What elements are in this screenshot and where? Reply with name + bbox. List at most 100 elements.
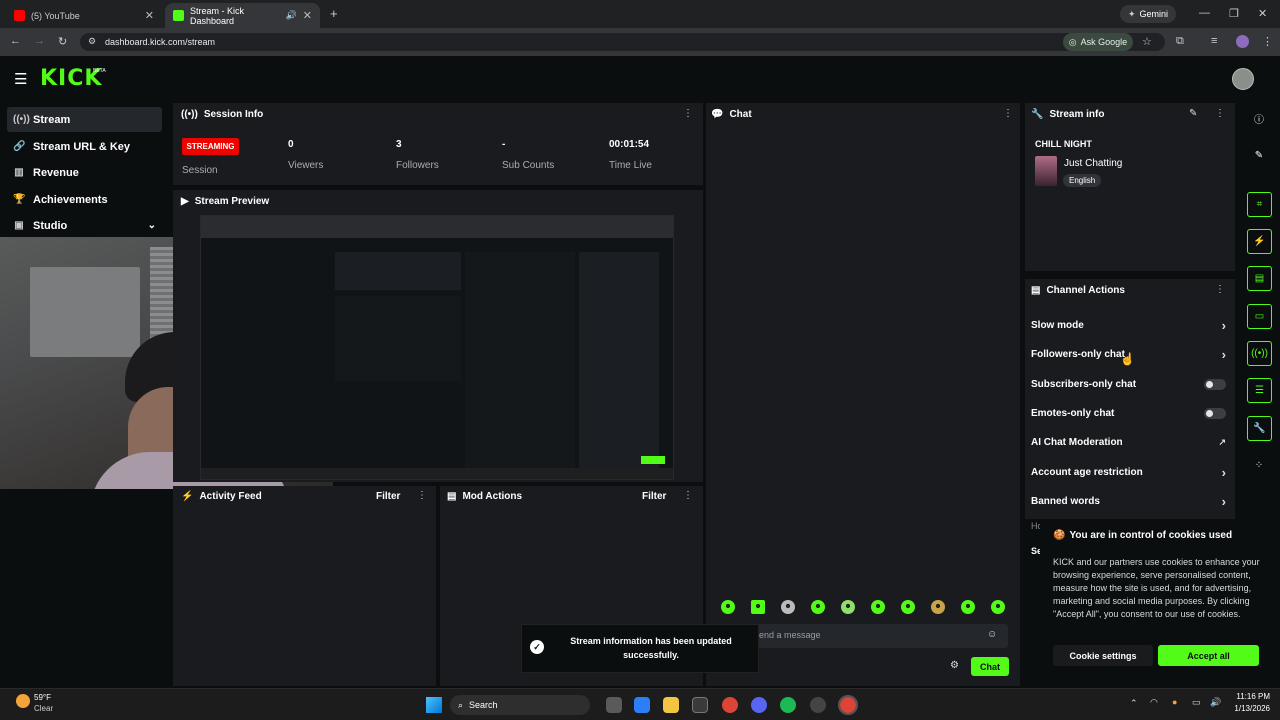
- network-icon[interactable]: ▭: [1192, 697, 1201, 708]
- activity-menu-icon[interactable]: ⋮: [417, 490, 427, 501]
- clock-time[interactable]: 11:16 PM: [1228, 692, 1270, 701]
- obs-icon[interactable]: [810, 697, 826, 713]
- list-icon[interactable]: ☰: [1247, 378, 1272, 403]
- chrome-icon[interactable]: [722, 697, 738, 713]
- banned-words-row[interactable]: Banned words ›: [1031, 491, 1226, 511]
- broadcast-icon[interactable]: ((•)): [1247, 341, 1272, 366]
- chat-settings-gear-icon[interactable]: ⚙: [950, 660, 959, 671]
- forward-icon[interactable]: →: [34, 35, 45, 47]
- sidebar-item-stream-url-key[interactable]: 🔗 Stream URL & Key: [7, 134, 162, 159]
- session-menu-icon[interactable]: ⋮: [683, 108, 693, 119]
- edit-pencil-icon[interactable]: ✎: [1189, 108, 1197, 119]
- emote-icon[interactable]: ☻: [871, 600, 885, 614]
- info-icon[interactable]: ⓘ: [1244, 106, 1274, 131]
- hamburger-menu-icon[interactable]: ☰: [14, 70, 27, 88]
- emotes-only-chat-row[interactable]: Emotes-only chat: [1031, 403, 1226, 423]
- file-explorer-icon[interactable]: [663, 697, 679, 713]
- cookie-settings-button[interactable]: Cookie settings: [1053, 645, 1153, 666]
- panel-title: Session Info: [203, 109, 264, 120]
- cookie-title-text: You are in control of cookies used: [1069, 530, 1233, 541]
- copilot-icon[interactable]: [634, 697, 650, 713]
- chat-bubble-icon[interactable]: ▭: [1247, 304, 1272, 329]
- back-icon[interactable]: ←: [10, 35, 21, 47]
- new-tab-icon[interactable]: +: [330, 6, 338, 21]
- panel-title: Activity Feed: [199, 491, 262, 502]
- task-view-icon[interactable]: [606, 697, 622, 713]
- discord-icon[interactable]: [751, 697, 767, 713]
- close-tab-icon[interactable]: ✕: [145, 9, 154, 22]
- sidebar-item-label: Revenue: [33, 166, 79, 179]
- stream-info-panel: [1025, 103, 1235, 271]
- close-window-icon[interactable]: ✕: [1258, 7, 1267, 20]
- crop-icon[interactable]: ⌗: [1247, 192, 1272, 217]
- tab-youtube[interactable]: (5) YouTube ✕: [6, 3, 162, 28]
- store-icon[interactable]: [692, 697, 708, 713]
- edit-pencil-icon[interactable]: ✎: [1244, 143, 1274, 168]
- account-age-restriction-row[interactable]: Account age restriction ›: [1031, 462, 1226, 482]
- category-label[interactable]: Just Chatting: [1064, 158, 1122, 169]
- tray-chevron-up-icon[interactable]: ⌃: [1130, 698, 1138, 709]
- emotes-only-toggle[interactable]: [1204, 407, 1226, 419]
- emote-icon[interactable]: ☻: [781, 600, 795, 614]
- volume-icon[interactable]: 🔊: [1210, 697, 1221, 708]
- emote-icon[interactable]: ☻: [811, 600, 825, 614]
- accept-all-button[interactable]: Accept all: [1158, 645, 1259, 666]
- stream-preview-video[interactable]: [200, 215, 674, 480]
- category-thumbnail[interactable]: [1035, 156, 1057, 186]
- wrench-icon[interactable]: 🔧: [1247, 416, 1272, 441]
- user-avatar[interactable]: [1232, 68, 1254, 90]
- gemini-button[interactable]: ✦ Gemini: [1120, 5, 1177, 23]
- emote-icon[interactable]: ☻: [841, 600, 855, 614]
- close-tab-icon[interactable]: ✕: [303, 9, 312, 22]
- ask-google-button[interactable]: ◎ Ask Google: [1063, 33, 1133, 51]
- emote-icon[interactable]: ☻: [901, 600, 915, 614]
- mod-menu-icon[interactable]: ⋮: [683, 490, 693, 501]
- external-link-icon: ↗: [1218, 436, 1226, 447]
- maximize-icon[interactable]: ❐: [1229, 7, 1239, 20]
- sidebar-item-revenue[interactable]: ▥ Revenue: [7, 160, 162, 185]
- sidebar-item-achievements[interactable]: 🏆 Achievements: [7, 187, 162, 212]
- sidebar-item-studio[interactable]: ▣ Studio ⌄: [7, 213, 162, 238]
- mod-filter-button[interactable]: Filter: [642, 491, 666, 502]
- menu-kebab-icon[interactable]: ⋮: [1262, 35, 1273, 48]
- wifi-icon[interactable]: ◠: [1150, 697, 1158, 708]
- lightning-icon[interactable]: ⚡: [1247, 229, 1272, 254]
- profile-avatar[interactable]: [1236, 35, 1249, 48]
- layout-icon[interactable]: ⁘: [1244, 453, 1274, 478]
- chat-menu-icon[interactable]: ⋮: [1003, 108, 1013, 119]
- spotify-icon[interactable]: [780, 697, 796, 713]
- sidebar-item-label: Stream: [33, 113, 71, 126]
- extensions-icon[interactable]: ⧉: [1176, 35, 1184, 48]
- emote-icon[interactable]: ☻: [991, 600, 1005, 614]
- slow-mode-row[interactable]: Slow mode ›: [1031, 315, 1226, 335]
- reload-icon[interactable]: ↻: [58, 35, 67, 48]
- emote-icon[interactable]: ☻: [961, 600, 975, 614]
- chrome-active-icon[interactable]: [838, 695, 858, 715]
- speaker-icon[interactable]: 🔊: [286, 10, 297, 21]
- stream-info-menu-icon[interactable]: ⋮: [1215, 108, 1225, 119]
- mouse-pointer-icon: ☝: [1120, 352, 1135, 366]
- taskbar-search[interactable]: ⌕ Search: [450, 695, 590, 715]
- windows-start-icon[interactable]: [426, 697, 442, 713]
- microphone-icon[interactable]: ●: [1172, 697, 1177, 707]
- chat-send-button[interactable]: Chat: [971, 657, 1009, 676]
- subscribers-only-toggle[interactable]: [1204, 378, 1226, 390]
- channel-actions-menu-icon[interactable]: ⋮: [1215, 284, 1225, 295]
- address-bar[interactable]: [80, 33, 1165, 51]
- weather-icon[interactable]: [16, 694, 30, 708]
- minimize-icon[interactable]: —: [1199, 7, 1210, 19]
- tab-kick-dashboard[interactable]: Stream - Kick Dashboard 🔊 ✕: [165, 3, 320, 28]
- site-info-icon[interactable]: ⚙: [88, 36, 96, 47]
- clock-date[interactable]: 1/13/2026: [1228, 704, 1270, 713]
- emote-icon[interactable]: ☻: [721, 600, 735, 614]
- emoji-picker-icon[interactable]: ☺: [987, 629, 997, 640]
- bookmark-star-icon[interactable]: ☆: [1142, 35, 1152, 48]
- emote-icon[interactable]: ☻: [931, 600, 945, 614]
- clipboard-icon[interactable]: ▤: [1247, 266, 1272, 291]
- sidebar-item-stream[interactable]: ((•)) Stream: [7, 107, 162, 132]
- activity-filter-button[interactable]: Filter: [376, 491, 400, 502]
- subscribers-only-chat-row[interactable]: Subscribers-only chat: [1031, 374, 1226, 394]
- ai-chat-moderation-row[interactable]: AI Chat Moderation ↗: [1031, 432, 1226, 452]
- reading-list-icon[interactable]: ≡: [1211, 35, 1217, 47]
- emote-icon[interactable]: ☻: [751, 600, 765, 614]
